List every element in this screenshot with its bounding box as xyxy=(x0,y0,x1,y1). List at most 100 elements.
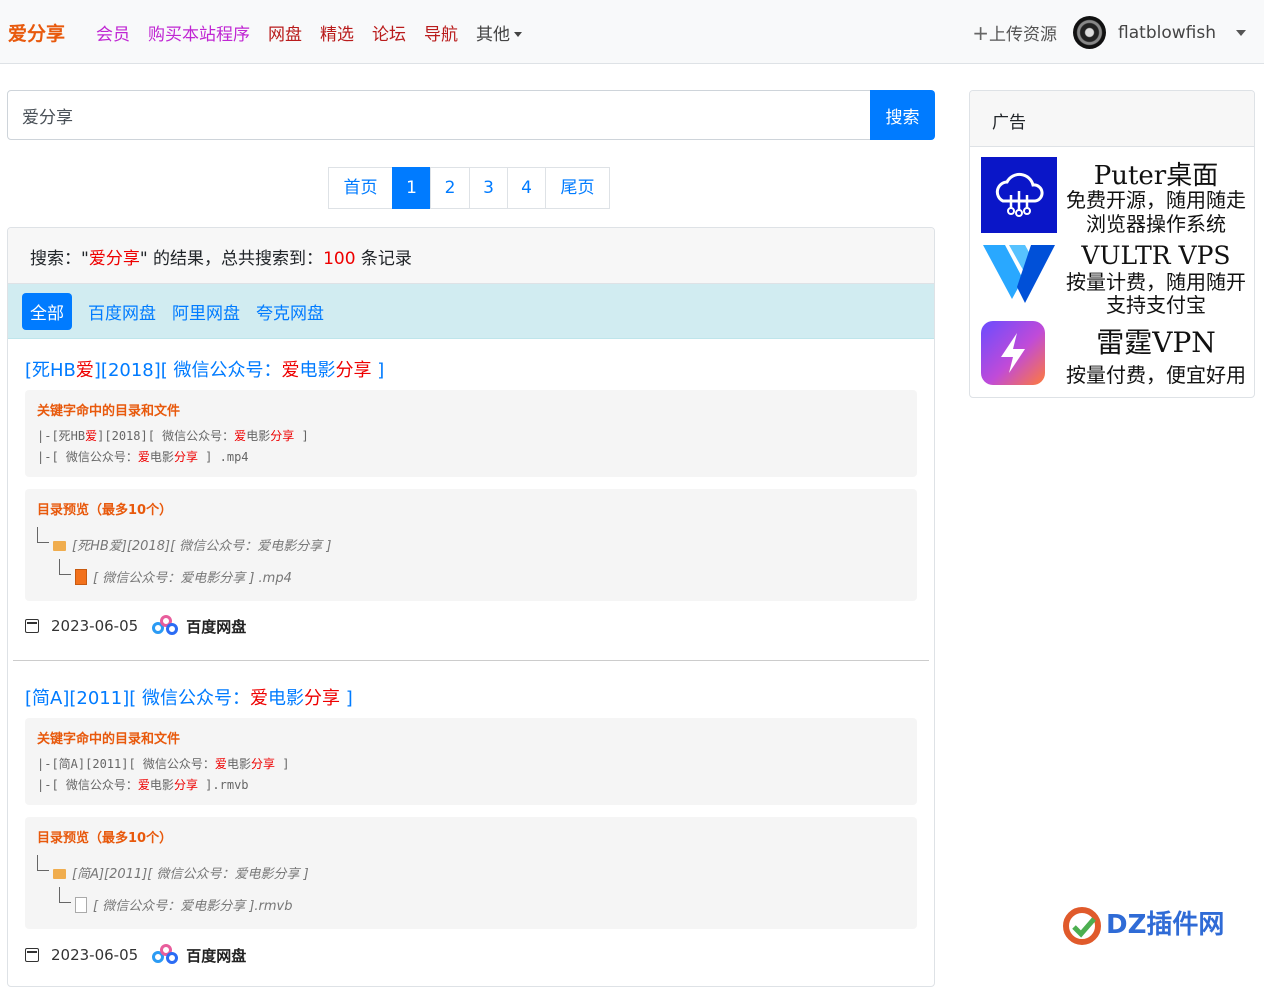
hit-text: 电影 xyxy=(149,778,174,792)
summary-keyword: 爱分享 xyxy=(88,249,140,269)
main-nav: 会员 购买本站程序 网盘 精选 论坛 导航 其他 xyxy=(96,20,522,45)
video-file-icon xyxy=(75,569,87,585)
ad-vultr[interactable]: VULTR VPS 按量计费，随用随开 支持支付宝 xyxy=(981,241,1253,319)
ad-subtitle: 支持支付宝 xyxy=(1106,293,1206,317)
hit-highlight: 分享 xyxy=(250,757,275,771)
nav-item-other-dropdown[interactable]: 其他 xyxy=(476,20,522,45)
ad-subtitle: 浏览器操作系统 xyxy=(1086,212,1226,236)
upload-button[interactable]: +上传资源 xyxy=(972,20,1057,45)
tree-connector xyxy=(59,887,71,903)
filter-quark[interactable]: 夸克网盘 xyxy=(256,299,324,324)
ad-panel: 广告 Puter桌面 免费开源，随用随走 浏览器操作系统 VULTR VPS 按… xyxy=(969,90,1255,398)
hit-text: ][2018][ 微信公众号： xyxy=(97,429,235,443)
watermark-text: DZ插件网 xyxy=(1106,910,1225,940)
result-meta: 2023-06-05 百度网盘 xyxy=(25,944,246,966)
page-1[interactable]: 1 xyxy=(392,167,431,209)
result-item: [简A][2011][ 微信公众号：爱电影分享 ] 关键字命中的目录和文件 |-… xyxy=(13,668,929,986)
results-card: 搜索："爱分享" 的结果，总共搜索到：100 条记录 全部 百度网盘 阿里网盘 … xyxy=(7,227,935,987)
results-summary: 搜索："爱分享" 的结果，总共搜索到：100 条记录 xyxy=(8,228,934,284)
keyword-hit-box: 关键字命中的目录和文件 |-[死HB爱][2018][ 微信公众号：爱电影分享 … xyxy=(25,390,917,477)
hit-text: |-[简A][2011][ 微信公众号： xyxy=(37,757,215,771)
summary-prefix: 搜索：" xyxy=(30,249,89,269)
brand-logo[interactable]: 爱分享 xyxy=(8,19,65,46)
hit-text: 电影 xyxy=(226,757,251,771)
username[interactable]: flatblowfish xyxy=(1118,23,1216,43)
avatar[interactable] xyxy=(1073,16,1107,49)
result-date: 2023-06-05 xyxy=(51,617,139,635)
nav-item-netdisk[interactable]: 网盘 xyxy=(268,20,302,45)
page-first[interactable]: 首页 xyxy=(328,167,393,209)
result-date: 2023-06-05 xyxy=(51,946,139,964)
folder-icon xyxy=(53,541,66,551)
ad-puter[interactable]: Puter桌面 免费开源，随用随走 浏览器操作系统 xyxy=(981,157,1253,236)
tree-connector xyxy=(59,559,71,575)
cloud-icon xyxy=(981,157,1057,233)
search-bar: 搜索 xyxy=(7,90,935,140)
page-4[interactable]: 4 xyxy=(507,167,546,209)
hit-line: |-[死HB爱][2018][ 微信公众号：爱电影分享 ] xyxy=(37,427,309,444)
preview-heading: 目录预览（最多10个） xyxy=(37,503,173,518)
ad-leiting[interactable]: 雷霆VPN 按量付费，便宜好用 xyxy=(981,321,1253,397)
hit-highlight: 爱 xyxy=(214,757,227,771)
result-title-link[interactable]: [简A][2011][ 微信公众号：爱电影分享 ] xyxy=(25,684,353,710)
site-watermark: DZ插件网 xyxy=(1062,904,1224,946)
hit-highlight: 爱 xyxy=(234,429,247,443)
vultr-logo-icon xyxy=(981,243,1057,319)
filter-all[interactable]: 全部 xyxy=(22,292,72,330)
title-part: 电影 xyxy=(299,360,336,381)
page-3[interactable]: 3 xyxy=(469,167,508,209)
hit-line: |-[简A][2011][ 微信公众号：爱电影分享 ] xyxy=(37,755,289,772)
hit-highlight: 爱 xyxy=(137,450,150,464)
hit-text: |-[ 微信公众号： xyxy=(37,778,138,792)
hit-text: |-[ 微信公众号： xyxy=(37,450,138,464)
chevron-down-icon xyxy=(514,32,522,37)
hit-highlight: 爱 xyxy=(85,429,98,443)
hit-text: 电影 xyxy=(149,450,174,464)
baidu-netdisk-icon xyxy=(152,944,180,966)
hit-text: ] xyxy=(294,429,309,443)
tree-connector xyxy=(37,855,49,871)
top-navbar: 爱分享 会员 购买本站程序 网盘 精选 论坛 导航 其他 +上传资源 flatb… xyxy=(0,0,1264,64)
filter-aliyun[interactable]: 阿里网盘 xyxy=(172,299,240,324)
nav-item-member[interactable]: 会员 xyxy=(96,20,130,45)
tree-folder-name: [简A][2011][ 微信公众号：爱电影分享 ] xyxy=(72,867,309,882)
plus-icon: + xyxy=(972,21,990,45)
nav-item-navigation[interactable]: 导航 xyxy=(424,20,458,45)
nav-item-forum[interactable]: 论坛 xyxy=(372,20,406,45)
ad-title: 雷霆VPN xyxy=(1096,326,1216,359)
tree-file-name: [ 微信公众号：爱电影分享 ].rmvb xyxy=(93,899,293,914)
result-title-link[interactable]: [死HB爱][2018][ 微信公众号：爱电影分享 ] xyxy=(25,356,384,382)
calendar-icon xyxy=(25,948,39,962)
baidu-netdisk-icon xyxy=(152,615,180,637)
hit-text: |-[死HB xyxy=(37,429,86,443)
search-input[interactable] xyxy=(7,90,871,140)
hit-highlight: 分享 xyxy=(173,778,198,792)
title-highlight: 分享 xyxy=(335,360,372,381)
nav-item-buy[interactable]: 购买本站程序 xyxy=(148,20,250,45)
preview-box: 目录预览（最多10个） [死HB爱][2018][ 微信公众号：爱电影分享 ] … xyxy=(25,489,917,601)
pagination: 首页 1 2 3 4 尾页 xyxy=(328,167,610,209)
preview-heading: 目录预览（最多10个） xyxy=(37,831,173,846)
summary-suffix: 条记录 xyxy=(355,249,412,269)
tree-connector xyxy=(37,527,49,543)
nav-item-featured[interactable]: 精选 xyxy=(320,20,354,45)
chevron-down-icon[interactable] xyxy=(1236,29,1246,36)
nav-item-other-label: 其他 xyxy=(476,25,510,45)
summary-count: 100 xyxy=(323,249,356,269)
title-highlight: 分享 xyxy=(303,688,340,709)
hit-line: |-[ 微信公众号：爱电影分享 ].rmvb xyxy=(37,776,249,793)
keyword-hit-box: 关键字命中的目录和文件 |-[简A][2011][ 微信公众号：爱电影分享 ] … xyxy=(25,718,917,805)
hit-text: ].rmvb xyxy=(197,778,249,792)
result-source: 百度网盘 xyxy=(186,946,247,965)
tree-folder: [简A][2011][ 微信公众号：爱电影分享 ] xyxy=(53,863,309,882)
upload-label: 上传资源 xyxy=(989,25,1058,45)
disk-filter-tabs: 全部 百度网盘 阿里网盘 夸克网盘 xyxy=(8,284,934,339)
user-area: +上传资源 flatblowfish xyxy=(972,16,1246,49)
filter-baidu[interactable]: 百度网盘 xyxy=(88,299,156,324)
watermark-logo-icon xyxy=(1063,906,1101,945)
page-last[interactable]: 尾页 xyxy=(545,167,610,209)
keyword-hit-heading: 关键字命中的目录和文件 xyxy=(37,732,181,747)
tree-file: [ 微信公众号：爱电影分享 ].rmvb xyxy=(75,895,293,914)
page-2[interactable]: 2 xyxy=(430,167,470,209)
search-button[interactable]: 搜索 xyxy=(870,90,935,140)
